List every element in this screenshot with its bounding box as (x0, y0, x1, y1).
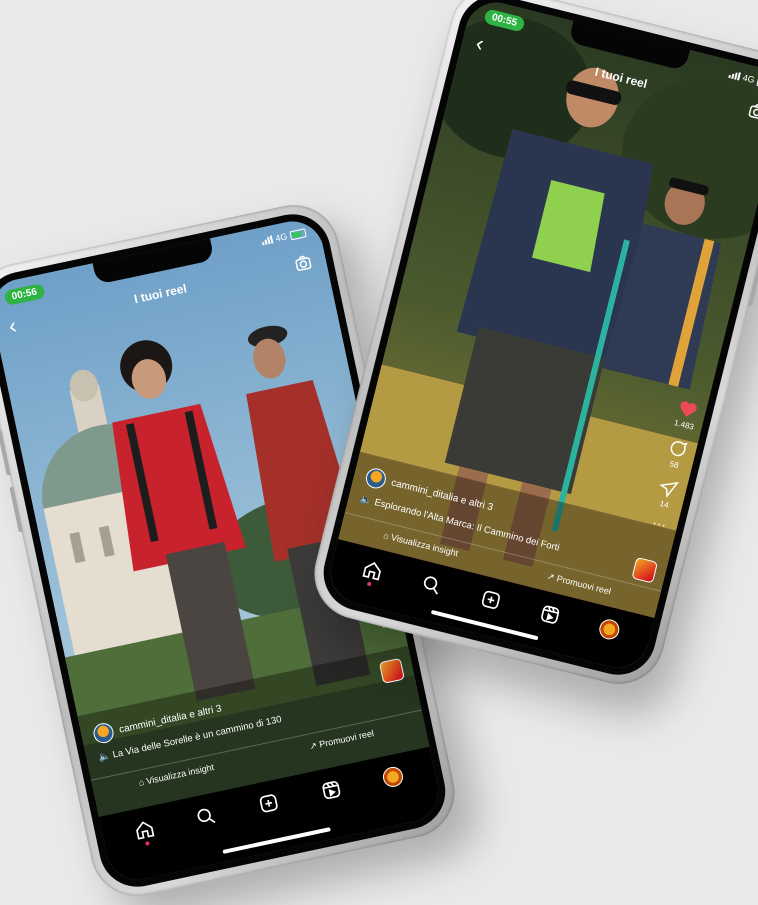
shares-count[interactable]: 14 (659, 499, 670, 510)
volume-up-button (0, 429, 11, 476)
share-icon[interactable] (657, 478, 679, 500)
reels-icon[interactable] (319, 778, 343, 802)
home-indicator[interactable] (222, 827, 331, 854)
heart-icon[interactable] (676, 398, 700, 420)
comments-count[interactable]: 58 (669, 459, 680, 470)
reels-icon[interactable] (538, 603, 562, 627)
bezel: 00:55 4G ‹ I tuoi reel 1.483 58 14 ··· c… (315, 0, 758, 683)
likes-count[interactable]: 1.483 (673, 418, 695, 432)
notification-dot (144, 841, 150, 846)
more-icon[interactable]: ··· (651, 514, 668, 533)
home-icon[interactable] (132, 818, 156, 846)
phone-right: 00:55 4G ‹ I tuoi reel 1.483 58 14 ··· c… (304, 0, 758, 694)
profile-icon[interactable] (381, 765, 405, 789)
promote-reel-label: Promuovi reel (318, 728, 375, 750)
screen: 00:55 4G ‹ I tuoi reel 1.483 58 14 ··· c… (324, 0, 758, 675)
profile-icon[interactable] (597, 617, 622, 642)
search-icon[interactable] (195, 805, 219, 829)
avatar[interactable] (91, 721, 116, 746)
signal-icon (728, 70, 741, 81)
profile-avatar (381, 765, 405, 789)
volume-down-button (9, 486, 23, 533)
search-icon[interactable] (419, 573, 443, 597)
profile-avatar (597, 617, 622, 642)
audio-thumbnail[interactable] (378, 657, 405, 684)
signal-icon (261, 235, 274, 246)
notification-dot (366, 581, 372, 587)
comment-icon[interactable] (667, 438, 689, 460)
camera-icon[interactable] (293, 253, 314, 274)
create-icon[interactable] (257, 791, 281, 815)
home-icon[interactable] (360, 558, 384, 587)
create-icon[interactable] (479, 588, 503, 612)
